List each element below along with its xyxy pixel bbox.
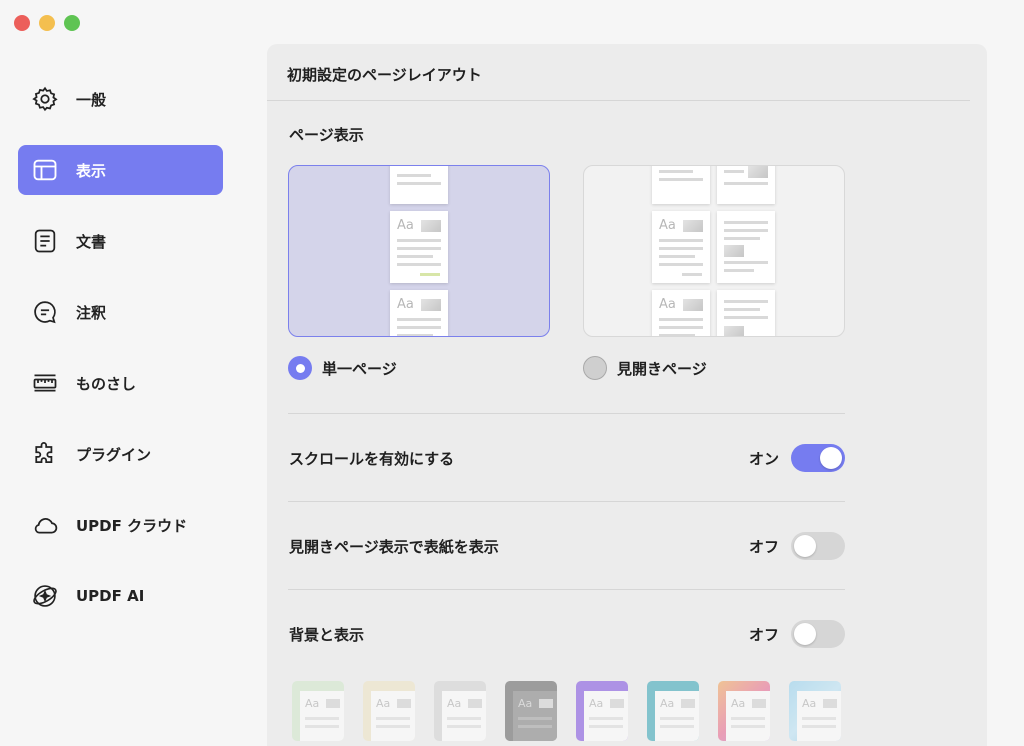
single-page-layout-card[interactable]: Aa Aa: [288, 165, 550, 337]
divider: [288, 589, 845, 590]
sidebar-item-label: 文書: [76, 232, 107, 251]
sidebar-item-label: ものさし: [76, 374, 137, 393]
ruler-icon: [30, 368, 60, 398]
single-page-radio-option[interactable]: 単一ページ: [288, 356, 397, 380]
theme-swatch-cream[interactable]: Aa: [363, 681, 415, 741]
setting-label: スクロールを有効にする: [289, 449, 455, 468]
maximize-window-button[interactable]: [64, 15, 80, 31]
single-page-radio[interactable]: [288, 356, 312, 380]
setting-state: オフ: [748, 625, 779, 644]
setting-state: オフ: [748, 537, 779, 556]
comment-icon: [30, 297, 60, 327]
theme-swatch-green[interactable]: Aa: [292, 681, 344, 741]
sidebar-item-label: 一般: [76, 90, 107, 109]
sidebar-item-display[interactable]: 表示: [18, 145, 223, 195]
two-page-radio[interactable]: [583, 356, 607, 380]
theme-swatch-sunset[interactable]: Aa: [718, 681, 770, 741]
minimize-window-button[interactable]: [39, 15, 55, 31]
settings-panel: 初期設定のページレイアウト ページ表示 Aa Aa Aa Aa 単一ページ 見開…: [267, 44, 987, 746]
setting-row-cover: 見開きページ表示で表紙を表示 オフ: [289, 531, 845, 561]
two-page-layout-card[interactable]: Aa Aa: [583, 165, 845, 337]
setting-state: オン: [748, 449, 779, 468]
divider: [288, 501, 845, 502]
sidebar-item-label: UPDF クラウド: [76, 516, 188, 535]
scroll-toggle[interactable]: [791, 444, 845, 472]
sidebar-item-label: UPDF AI: [76, 587, 145, 605]
mini-page-preview: [717, 166, 775, 204]
header-divider: [267, 100, 970, 101]
mini-page-preview: [717, 211, 775, 283]
document-icon: [30, 226, 60, 256]
sidebar-item-annotation[interactable]: 注釈: [18, 287, 223, 337]
sidebar-item-label: 表示: [76, 161, 107, 180]
background-toggle[interactable]: [791, 620, 845, 648]
mini-page-preview: Aa: [652, 211, 710, 283]
gear-icon: [30, 84, 60, 114]
theme-swatch-purple[interactable]: Aa: [576, 681, 628, 741]
section-title-page-display: ページ表示: [289, 126, 364, 144]
sidebar-item-ruler[interactable]: ものさし: [18, 358, 223, 408]
cloud-icon: [30, 510, 60, 540]
sidebar-item-label: 注釈: [76, 303, 107, 322]
sidebar-item-ai[interactable]: UPDF AI: [18, 571, 223, 621]
setting-label: 見開きページ表示で表紙を表示: [289, 537, 499, 556]
puzzle-icon: [30, 439, 60, 469]
theme-swatch-gray[interactable]: Aa: [434, 681, 486, 741]
sidebar-item-document[interactable]: 文書: [18, 216, 223, 266]
cover-toggle[interactable]: [791, 532, 845, 560]
sidebar-item-general[interactable]: 一般: [18, 74, 223, 124]
page-title: 初期設定のページレイアウト: [287, 66, 482, 84]
mini-page-preview: [717, 290, 775, 336]
theme-swatch-dark[interactable]: Aa: [505, 681, 557, 741]
single-page-label: 単一ページ: [322, 359, 397, 378]
setting-row-scroll: スクロールを有効にする オン: [289, 443, 845, 473]
mini-page-preview: Aa: [652, 290, 710, 336]
setting-row-background: 背景と表示 オフ: [289, 619, 845, 649]
two-page-label: 見開きページ: [617, 359, 707, 378]
divider: [288, 413, 845, 414]
two-page-radio-option[interactable]: 見開きページ: [583, 356, 707, 380]
sidebar-item-cloud[interactable]: UPDF クラウド: [18, 500, 223, 550]
setting-label: 背景と表示: [289, 625, 365, 644]
mini-page-preview: Aa: [390, 290, 448, 336]
mini-page-preview: [652, 166, 710, 204]
window-controls: [14, 15, 80, 31]
sidebar-item-plugins[interactable]: プラグイン: [18, 429, 223, 479]
ai-icon: [30, 581, 60, 611]
layout-icon: [30, 155, 60, 185]
close-window-button[interactable]: [14, 15, 30, 31]
mini-page-preview: Aa: [390, 211, 448, 283]
theme-swatch-teal[interactable]: Aa: [647, 681, 699, 741]
sidebar-item-label: プラグイン: [76, 445, 152, 464]
mini-page-preview: [390, 166, 448, 204]
theme-swatch-sky[interactable]: Aa: [789, 681, 841, 741]
